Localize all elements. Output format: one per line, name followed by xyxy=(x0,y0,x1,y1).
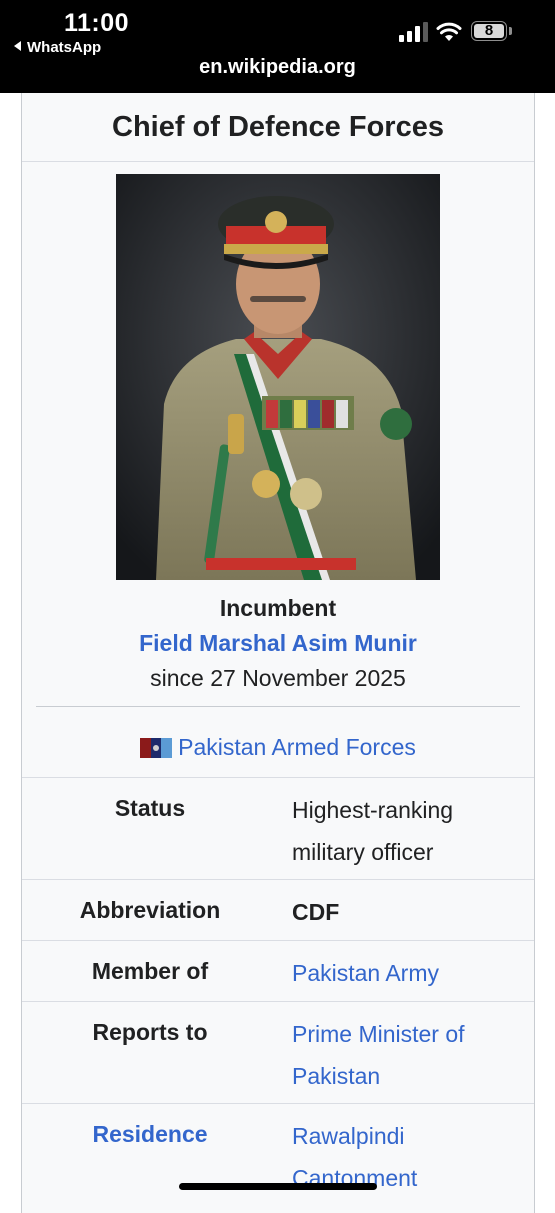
divider xyxy=(22,1001,534,1002)
divider xyxy=(22,879,534,880)
back-arrow-icon xyxy=(14,41,21,51)
wifi-icon xyxy=(436,22,462,41)
cellular-signal-icon xyxy=(399,22,428,42)
row-value-status: Highest-ranking military officer xyxy=(292,789,528,873)
row-label-member-of: Member of xyxy=(91,958,209,984)
row-value-member-of-link[interactable]: Pakistan Army xyxy=(292,952,528,994)
infobox-title: Chief of Defence Forces xyxy=(112,111,444,143)
row-value-reports-to-link[interactable]: Prime Minister of Pakistan xyxy=(292,1013,528,1097)
divider xyxy=(22,777,534,778)
battery-icon: 8 xyxy=(471,21,515,43)
row-value-line: military officer xyxy=(292,839,434,865)
incumbent-name-link[interactable]: Field Marshal Asim Munir xyxy=(22,630,534,657)
divider xyxy=(22,1103,534,1104)
battery-level: 8 xyxy=(484,22,494,39)
row-label-abbreviation: Abbreviation xyxy=(79,897,221,923)
armed-forces-label: Pakistan Armed Forces xyxy=(178,734,416,760)
clock: 11:00 xyxy=(64,9,130,37)
divider xyxy=(22,161,534,162)
status-bar: 11:00 WhatsApp en.wikipedia.org 8 xyxy=(0,0,555,93)
row-value-abbreviation: CDF xyxy=(292,899,340,925)
row-value-line: Prime Minister of xyxy=(292,1021,465,1047)
page-content: Chief of Defence Forces Incumbent Field … xyxy=(0,93,555,1213)
row-value-line: Cantonment xyxy=(292,1165,418,1191)
home-indicator[interactable] xyxy=(179,1183,377,1190)
infobox: Chief of Defence Forces Incumbent Field … xyxy=(21,93,535,1213)
back-app-label: WhatsApp xyxy=(27,39,102,56)
divider xyxy=(36,706,520,707)
armed-forces-flag-icon xyxy=(140,738,173,758)
row-value-line: Rawalpindi xyxy=(292,1123,405,1149)
row-label-reports-to: Reports to xyxy=(92,1019,208,1045)
armed-forces-link[interactable]: Pakistan Armed Forces xyxy=(22,734,534,761)
row-value-line: Pakistan xyxy=(292,1063,381,1089)
url-bar[interactable]: en.wikipedia.org xyxy=(0,56,555,79)
row-label-status: Status xyxy=(114,795,186,821)
back-to-app-link[interactable]: WhatsApp xyxy=(14,39,101,56)
incumbent-since: since 27 November 2025 xyxy=(150,665,406,691)
incumbent-label: Incumbent xyxy=(219,595,337,621)
portrait-image[interactable] xyxy=(116,174,440,580)
divider xyxy=(22,940,534,941)
row-value-line: Highest-ranking xyxy=(292,797,454,823)
row-label-residence-link[interactable]: Residence xyxy=(22,1121,278,1148)
